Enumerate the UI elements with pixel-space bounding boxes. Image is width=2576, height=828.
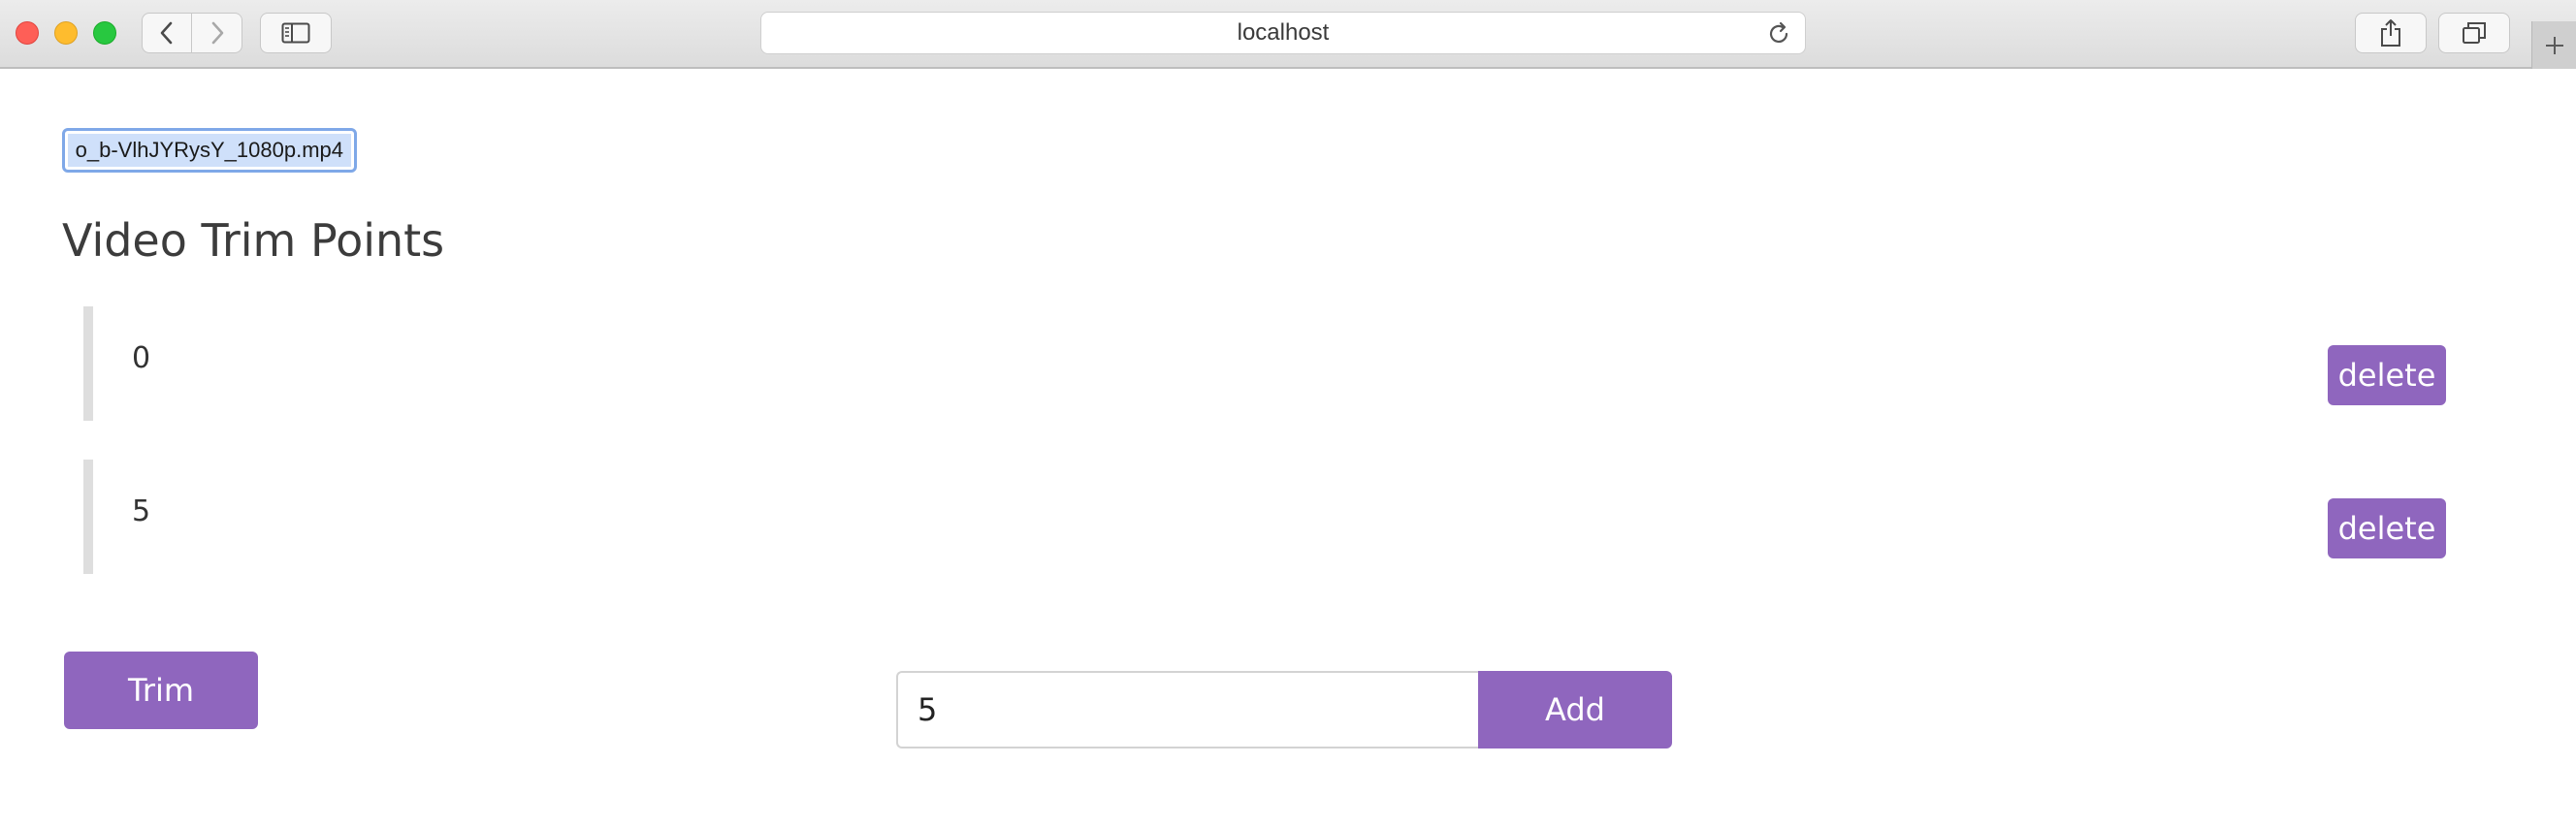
trim-point-item: 0 delete <box>83 306 2450 421</box>
minimize-window-button[interactable] <box>54 21 78 45</box>
share-button[interactable] <box>2355 13 2427 53</box>
forward-button[interactable] <box>192 13 242 53</box>
zoom-window-button[interactable] <box>93 21 116 45</box>
reload-icon[interactable] <box>1766 21 1791 47</box>
file-name-selection: o_b-VlhJYRysY_1080p.mp4 <box>68 134 351 167</box>
delete-trim-point-button[interactable]: delete <box>2328 345 2446 405</box>
tabs-overview-icon <box>2463 22 2486 44</box>
trim-point-input[interactable] <box>896 671 1480 748</box>
selected-file-name: o_b-VlhJYRysY_1080p.mp4 <box>75 138 343 162</box>
trim-point-accent-bar <box>83 460 93 574</box>
back-button[interactable] <box>142 13 192 53</box>
address-bar[interactable]: localhost <box>760 12 1806 54</box>
trim-point-item: 5 delete <box>83 460 2450 574</box>
page-title: Video Trim Points <box>62 214 445 267</box>
tabs-overview-button[interactable] <box>2438 13 2510 53</box>
add-button[interactable]: Add <box>1478 671 1672 748</box>
chevron-right-icon <box>211 21 223 45</box>
delete-trim-point-button[interactable]: delete <box>2328 498 2446 558</box>
browser-toolbar: localhost <box>0 0 2576 69</box>
trim-point-value: 0 <box>132 341 151 375</box>
add-trim-point-form: Add <box>896 671 1672 748</box>
trim-point-value: 5 <box>132 494 151 528</box>
file-input[interactable]: o_b-VlhJYRysY_1080p.mp4 <box>62 128 357 173</box>
sidebar-icon <box>281 22 310 44</box>
plus-icon <box>2545 36 2563 54</box>
sidebar-button[interactable] <box>260 13 332 53</box>
trim-point-accent-bar <box>83 306 93 421</box>
address-text: localhost <box>1237 19 1330 46</box>
chevron-left-icon <box>160 21 173 45</box>
new-tab-button[interactable] <box>2531 21 2576 69</box>
share-icon <box>2381 19 2400 47</box>
trim-button[interactable]: Trim <box>64 652 258 729</box>
close-window-button[interactable] <box>16 21 39 45</box>
